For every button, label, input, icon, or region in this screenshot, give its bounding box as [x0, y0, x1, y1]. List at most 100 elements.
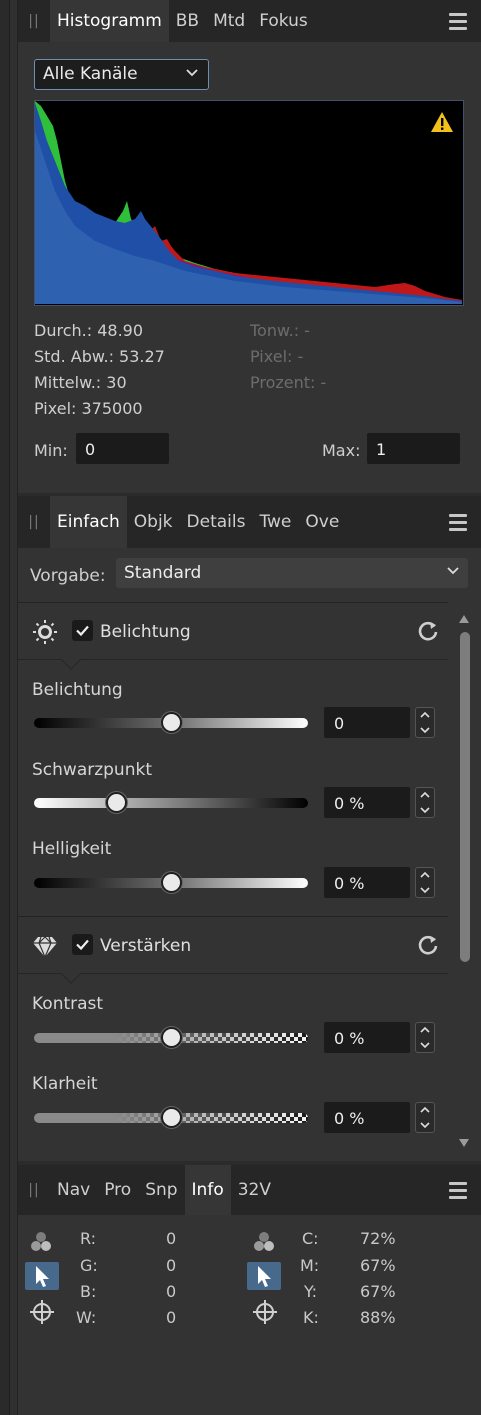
color-channels-icon [254, 1232, 274, 1251]
stat-median: Mittelw.: 30 [34, 373, 127, 392]
rgb-w-label: W: [76, 1308, 97, 1327]
rgb-r-value: 0 [166, 1229, 177, 1248]
chevron-down-icon [420, 807, 430, 813]
chevron-down-icon [420, 1042, 430, 1048]
pointer-picker-button[interactable] [247, 1262, 281, 1290]
slider-kontrast-knob[interactable] [161, 1027, 182, 1048]
scroll-down-icon[interactable] [457, 1136, 471, 1150]
klarheit-value-input[interactable]: 0 % [324, 1102, 410, 1133]
slider-label-belichtung: Belichtung [32, 680, 123, 700]
reset-icon[interactable] [416, 619, 440, 643]
kontrast-value-input[interactable]: 0 % [324, 1022, 410, 1053]
slider-belichtung-knob[interactable] [161, 712, 182, 733]
chevron-down-icon [420, 887, 430, 893]
histogram-panel: || Histogramm BB Mtd Fokus Alle Kanäle D… [18, 0, 481, 493]
tab-einfach[interactable]: Einfach [50, 496, 127, 548]
rgb-g-value: 0 [166, 1256, 177, 1275]
rgb-b-label: B: [80, 1282, 97, 1301]
left-edge-strip [0, 0, 10, 1415]
cmyk-c-label: C: [302, 1229, 319, 1248]
tab-snp[interactable]: Snp [138, 1165, 184, 1215]
tab-mtd[interactable]: Mtd [206, 0, 252, 42]
tab-twe[interactable]: Twe [252, 496, 298, 548]
histogram-tabbar: || Histogramm BB Mtd Fokus [18, 0, 481, 42]
rgb-g-label: G: [80, 1256, 98, 1275]
chevron-up-icon [420, 872, 430, 878]
tab-bb[interactable]: BB [169, 0, 206, 42]
panel-grip-icon[interactable]: || [18, 496, 50, 548]
slider-label-kontrast: Kontrast [32, 994, 104, 1014]
warning-triangle-icon [431, 112, 453, 132]
tab-nav[interactable]: Nav [50, 1165, 97, 1215]
cmyk-m-label: M: [300, 1256, 320, 1275]
stat-percent: Prozent: - [250, 373, 327, 392]
section-belichtung-title: Belichtung [100, 622, 191, 642]
preset-select-value: Standard [124, 563, 202, 583]
color-channels-icon [31, 1232, 51, 1251]
slider-label-helligkeit: Helligkeit [32, 839, 112, 859]
slider-label-klarheit: Klarheit [32, 1074, 98, 1094]
helligkeit-stepper[interactable] [415, 867, 435, 898]
section-belichtung-header[interactable]: Belichtung [18, 602, 448, 670]
max-input[interactable]: 1 [367, 433, 460, 464]
histogram-graph [34, 100, 464, 306]
kontrast-stepper[interactable] [415, 1022, 435, 1053]
stats-right: Tonw.: - Pixel: - Prozent: - [250, 318, 326, 396]
tab-pro[interactable]: Pro [97, 1165, 138, 1215]
stat-mean: Durch.: 48.90 [34, 321, 144, 340]
slider-helligkeit-knob[interactable] [161, 872, 182, 893]
belichtung-stepper[interactable] [415, 707, 435, 738]
section-verstaerken-header[interactable]: Verstärken [18, 916, 448, 984]
section-belichtung-checkbox[interactable] [72, 620, 93, 641]
slider-schwarzpunkt-knob[interactable] [106, 792, 127, 813]
left-dock-separator[interactable] [10, 0, 18, 1415]
cmyk-m-value: 67% [360, 1256, 396, 1275]
cursor-arrow-icon [36, 1266, 49, 1287]
panel-grip-icon[interactable]: || [18, 0, 50, 42]
panel-menu-icon[interactable] [449, 10, 467, 32]
section-verstaerken-title: Verstärken [100, 936, 192, 956]
min-input[interactable]: 0 [76, 433, 169, 464]
stat-pixels: Pixel: 375000 [34, 399, 143, 418]
tab-objk[interactable]: Objk [127, 496, 180, 548]
slider-label-schwarzpunkt: Schwarzpunkt [32, 760, 152, 780]
stat-pixel-count: Pixel: - [250, 347, 304, 366]
checkmark-icon [76, 625, 89, 637]
channel-select[interactable]: Alle Kanäle [34, 59, 209, 90]
checkmark-icon [76, 939, 89, 951]
cmyk-y-value: 67% [360, 1282, 396, 1301]
crosshair-icon [253, 1300, 277, 1324]
scroll-up-icon[interactable] [457, 612, 471, 626]
tab-histogramm[interactable]: Histogramm [50, 0, 169, 42]
schwarzpunkt-value-input[interactable]: 0 % [324, 787, 410, 818]
chevron-up-icon [420, 1027, 430, 1033]
scroll-thumb[interactable] [460, 632, 470, 962]
diamond-icon [33, 936, 57, 958]
panel-menu-icon[interactable] [449, 1179, 467, 1201]
panel-grip-icon[interactable]: || [18, 1165, 50, 1215]
cursor-arrow-icon [258, 1266, 271, 1287]
tab-32v[interactable]: 32V [231, 1165, 278, 1215]
tab-fokus[interactable]: Fokus [252, 0, 315, 42]
tab-ove[interactable]: Ove [298, 496, 346, 548]
reset-icon[interactable] [416, 933, 440, 957]
belichtung-value-input[interactable]: 0 [324, 707, 410, 738]
slider-klarheit-knob[interactable] [161, 1107, 182, 1128]
panel-menu-icon[interactable] [449, 511, 467, 533]
cmyk-k-value: 88% [360, 1308, 396, 1327]
info-panel: || Nav Pro Snp Info 32V R: G: B: W: 0 0 … [18, 1165, 481, 1415]
chevron-down-icon [447, 567, 459, 575]
preset-select[interactable]: Standard [116, 558, 468, 588]
pointer-picker-button[interactable] [25, 1262, 59, 1290]
klarheit-stepper[interactable] [415, 1102, 435, 1133]
cmyk-c-value: 72% [360, 1229, 396, 1248]
tab-info[interactable]: Info [184, 1165, 231, 1215]
helligkeit-value-input[interactable]: 0 % [324, 867, 410, 898]
section-verstaerken-checkbox[interactable] [72, 934, 93, 955]
schwarzpunkt-stepper[interactable] [415, 787, 435, 818]
slider-schwarzpunkt-track[interactable] [34, 798, 308, 808]
max-label: Max: [322, 441, 361, 460]
chevron-up-icon [420, 792, 430, 798]
adjust-scrollbar[interactable] [456, 608, 472, 1156]
tab-details[interactable]: Details [180, 496, 253, 548]
